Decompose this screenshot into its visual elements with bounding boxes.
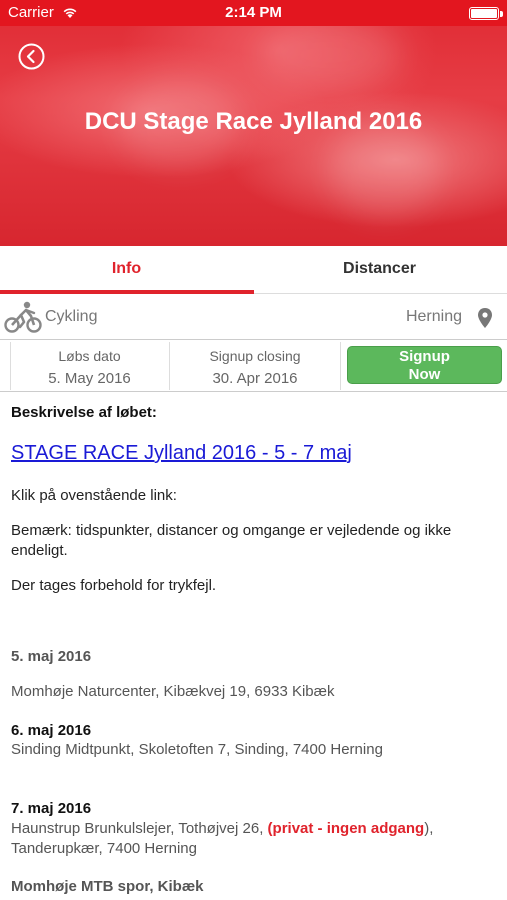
description-paragraph: Bemærk: tidspunkter, distancer og omgang…	[11, 522, 452, 559]
race-date-value: 5. May 2016	[48, 370, 131, 387]
race-link[interactable]: STAGE RACE Jylland 2016 - 5 - 7 maj	[11, 440, 496, 466]
race-info-row: Løbs dato 5. May 2016 Signup closing 30.…	[0, 340, 507, 392]
status-bar: Carrier 2:14 PM	[0, 0, 507, 26]
private-warning: (privat - ingen adgang	[267, 820, 425, 837]
day2-location: Sinding Midtpunkt, Skoletoften 7, Sindin…	[11, 741, 383, 758]
mtb-heading: Momhøje MTB spor, Kibæk	[11, 878, 204, 895]
day3-location: Haunstrup Brunkulslejer, Tothøjvej 26, (…	[11, 819, 496, 839]
description-heading: Beskrivelse af løbet:	[11, 404, 157, 421]
signup-button-line2: Now	[408, 366, 441, 383]
tab-distancer[interactable]: Distancer	[253, 246, 506, 294]
battery-tip	[500, 11, 503, 17]
day3-location-line2: Tanderupkær, 7400 Herning	[11, 840, 197, 857]
day3-location-text: ),	[424, 820, 434, 837]
signup-button-line1: Signup	[399, 348, 450, 365]
signup-closing-box: Signup closing 30. Apr 2016	[169, 342, 341, 390]
tab-info[interactable]: Info	[0, 246, 253, 294]
battery-icon	[469, 7, 499, 20]
hero-bokeh	[260, 20, 400, 90]
race-date-box: Løbs dato 5. May 2016	[10, 342, 168, 390]
race-title: DCU Stage Race Jylland 2016	[84, 108, 423, 135]
map-pin-icon[interactable]	[477, 307, 493, 329]
description-paragraph: Klik på ovenstående link:	[11, 487, 177, 504]
tab-bar: Info Distancer	[0, 246, 507, 294]
location-label: Herning	[405, 308, 462, 325]
day2-date: 6. maj 2016	[11, 722, 92, 739]
day3-date: 7. maj 2016	[11, 800, 92, 817]
signup-closing-label: Signup closing	[209, 348, 301, 364]
day3-location-text: Haunstrup Brunkulslejer, Tothøjvej 26,	[11, 820, 268, 837]
clock: 2:14 PM	[225, 4, 282, 21]
signup-now-button[interactable]: Signup Now	[347, 346, 502, 384]
race-date-label: Løbs dato	[58, 348, 121, 364]
description-paragraph: Der tages forbehold for trykfejl.	[11, 577, 217, 594]
day1-date: 5. maj 2016	[11, 648, 92, 665]
back-circle-icon[interactable]	[18, 43, 45, 70]
category-label: Cykling	[45, 308, 98, 325]
category-row: Cykling Herning	[0, 294, 507, 340]
cyclist-icon	[4, 301, 42, 333]
signup-closing-value: 30. Apr 2016	[212, 370, 298, 387]
day1-location: Momhøje Naturcenter, Kibækvej 19, 6933 K…	[11, 683, 335, 700]
